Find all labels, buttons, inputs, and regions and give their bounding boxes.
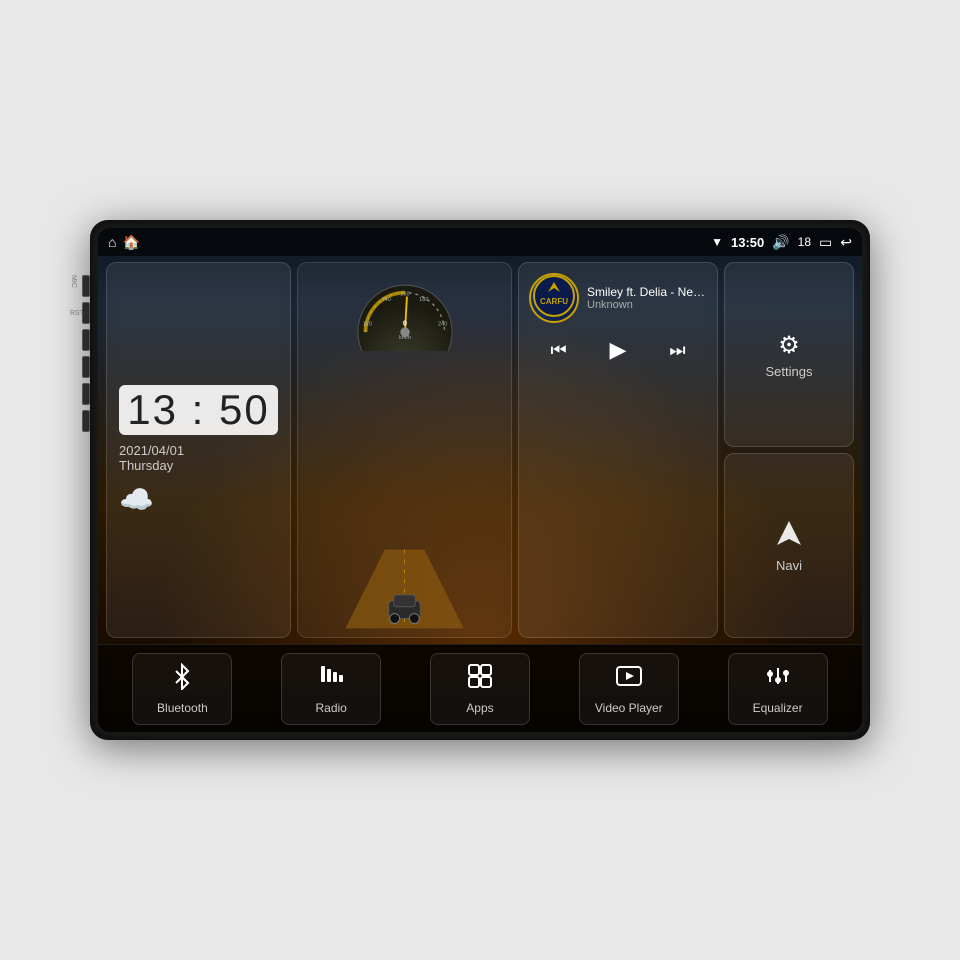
music-info: Smiley ft. Delia - Ne v... Unknown — [587, 285, 707, 311]
dock-item-bluetooth[interactable]: Bluetooth — [132, 653, 232, 725]
bluetooth-icon — [168, 662, 196, 697]
equalizer-label: Equalizer — [753, 701, 803, 715]
video-player-icon — [615, 662, 643, 697]
side-button-5[interactable] — [82, 383, 90, 405]
action-buttons: ⚙ Settings Navi — [724, 262, 854, 638]
status-time: 13:50 — [731, 235, 764, 250]
road-scene — [306, 549, 503, 629]
back-icon[interactable]: ↩ — [840, 234, 852, 251]
radio-icon — [317, 662, 345, 697]
widgets-area: 13 : 50 2021/04/01 Thursday ☁️ — [98, 256, 862, 644]
svg-text:km/h: km/h — [398, 335, 410, 341]
svg-text:0: 0 — [402, 319, 406, 328]
navi-icon — [775, 519, 803, 554]
clock-widget: 13 : 50 2021/04/01 Thursday ☁️ — [106, 262, 291, 638]
main-content: 13 : 50 2021/04/01 Thursday ☁️ — [98, 256, 862, 732]
prev-button[interactable]: ⏮ — [546, 336, 570, 365]
svg-text:160: 160 — [400, 291, 409, 297]
album-art: CARFU — [529, 273, 579, 323]
weather-icon: ☁️ — [119, 483, 278, 516]
side-button-6[interactable] — [82, 410, 90, 432]
side-button-2[interactable] — [82, 302, 90, 324]
clock-day: Thursday — [119, 458, 278, 473]
home-icon[interactable]: ⌂ — [108, 234, 116, 250]
side-button-4[interactable] — [82, 356, 90, 378]
next-button[interactable]: ⏭ — [665, 336, 689, 365]
settings-button[interactable]: ⚙ Settings — [724, 262, 854, 447]
equalizer-icon — [764, 662, 792, 697]
mic-label: MIC — [70, 275, 77, 288]
apps-label: Apps — [466, 701, 493, 715]
svg-text:240: 240 — [437, 322, 446, 328]
settings-label: Settings — [766, 364, 813, 379]
side-button-1[interactable] — [82, 275, 90, 297]
apps-icon — [466, 662, 494, 697]
bottom-dock: Bluetooth Radio — [98, 644, 862, 732]
music-controls: ⏮ ▶ ⏭ — [529, 333, 707, 367]
car-head-unit: MIC RST ⌂ 🏠 ▼ 13:50 🔊 18 ▭ ↩ — [90, 220, 870, 740]
svg-text:140: 140 — [381, 297, 390, 303]
dock-item-video-player[interactable]: Video Player — [579, 653, 679, 725]
dock-item-apps[interactable]: Apps — [430, 653, 530, 725]
svg-text:120: 120 — [362, 322, 371, 328]
music-top: CARFU Smiley ft. Delia - Ne v... Unknown — [529, 273, 707, 323]
play-button[interactable]: ▶ — [606, 333, 631, 367]
status-bar-left: ⌂ 🏠 — [108, 234, 140, 251]
navi-label: Navi — [776, 558, 802, 573]
dock-item-equalizer[interactable]: Equalizer — [728, 653, 828, 725]
music-title: Smiley ft. Delia - Ne v... — [587, 285, 707, 299]
road-svg — [306, 549, 503, 629]
side-button-3[interactable] — [82, 329, 90, 351]
status-bar: ⌂ 🏠 ▼ 13:50 🔊 18 ▭ ↩ — [98, 228, 862, 256]
speed-widget: 0 km/h 120 240 140 160 180 — [297, 262, 512, 638]
carfu-text: CARFU — [532, 274, 576, 323]
clock-time-display: 13 : 50 — [119, 385, 278, 435]
music-artist: Unknown — [587, 299, 707, 311]
house-fill-icon[interactable]: 🏠 — [122, 234, 139, 251]
navi-button[interactable]: Navi — [724, 453, 854, 638]
svg-text:180: 180 — [419, 297, 428, 303]
side-buttons — [82, 275, 90, 432]
clock-date: 2021/04/01 — [119, 443, 278, 458]
volume-level: 18 — [798, 235, 811, 249]
speedometer-svg: 0 km/h 120 240 140 160 180 — [345, 271, 465, 351]
wifi-icon: ▼ — [711, 235, 723, 249]
radio-label: Radio — [316, 701, 347, 715]
svg-text:CARFU: CARFU — [540, 297, 568, 306]
settings-icon: ⚙ — [778, 331, 800, 360]
bluetooth-label: Bluetooth — [157, 701, 208, 715]
music-widget: CARFU Smiley ft. Delia - Ne v... Unknown… — [518, 262, 718, 638]
screen: ⌂ 🏠 ▼ 13:50 🔊 18 ▭ ↩ 13 : 50 2021/04/01 — [98, 228, 862, 732]
status-bar-right: ▼ 13:50 🔊 18 ▭ ↩ — [711, 234, 852, 251]
video-player-label: Video Player — [595, 701, 663, 715]
battery-icon: ▭ — [819, 234, 832, 251]
dock-item-radio[interactable]: Radio — [281, 653, 381, 725]
volume-icon: 🔊 — [772, 234, 789, 251]
